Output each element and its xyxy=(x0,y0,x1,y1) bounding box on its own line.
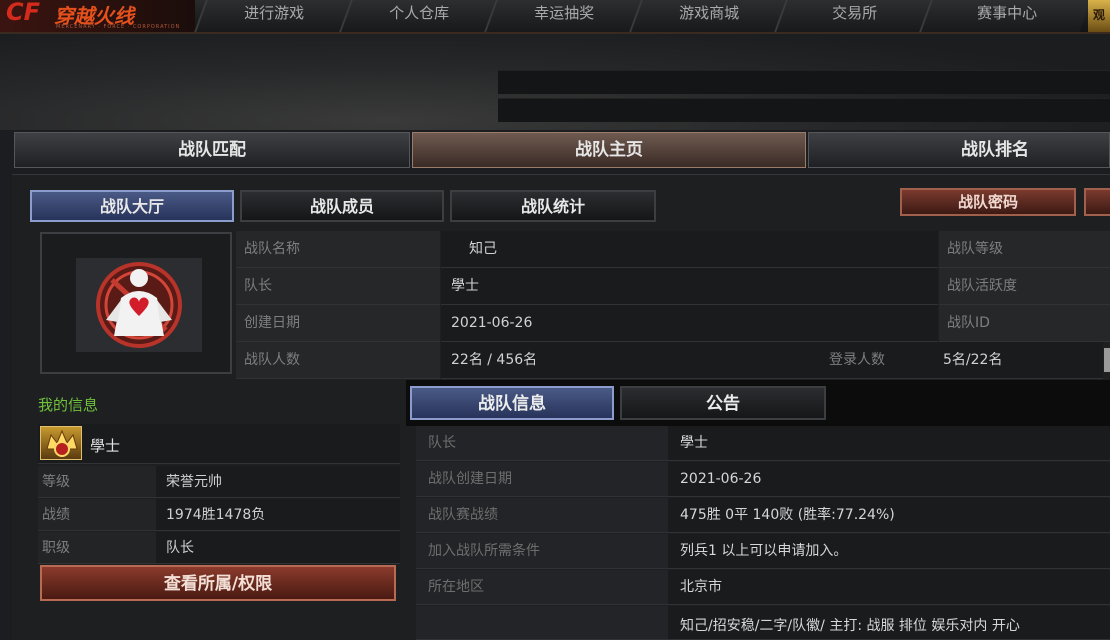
detail-row-join-requirement: 加入战队所需条件 列兵1 以上可以申请加入。 xyxy=(416,534,1110,569)
tab-team-members[interactable]: 战队成员 xyxy=(240,190,444,222)
member-count-value: 22名 / 456名 xyxy=(441,342,821,379)
angel-heart-icon xyxy=(96,262,182,348)
tab-team-info[interactable]: 战队信息 xyxy=(410,386,614,420)
label-team-name: 战队名称 xyxy=(236,231,440,268)
label-position: 职级 xyxy=(38,532,156,563)
player-name: 學士 xyxy=(90,437,121,455)
nav-game-store[interactable]: 游戏商城 xyxy=(629,0,786,32)
my-info-row-level: 等级 荣誉元帅 xyxy=(38,466,400,498)
detail-row-description: 知己/招安稳/二字/队徽/ 主打: 战服 排位 娱乐对内 开心 xyxy=(416,606,1110,640)
tab-team-match[interactable]: 战队匹配 xyxy=(14,132,410,168)
cf-logo-icon: CF xyxy=(6,0,41,26)
label-record: 战绩 xyxy=(38,499,156,530)
label-leader: 队长 xyxy=(236,268,440,305)
detail-label: 队长 xyxy=(416,426,668,460)
banner-strip xyxy=(498,98,1110,122)
tab-team-lobby[interactable]: 战队大厅 xyxy=(30,190,234,222)
scroll-handle[interactable] xyxy=(1104,348,1110,372)
label-team-id: 战队ID xyxy=(939,305,1110,342)
nav-label: 幸运抽奖 xyxy=(534,4,595,22)
detail-value: 2021-06-26 xyxy=(668,462,1110,496)
banner-strip xyxy=(498,70,1110,94)
extra-red-button[interactable] xyxy=(1084,188,1110,216)
team-password-button[interactable]: 战队密码 xyxy=(900,188,1076,216)
nav-exchange[interactable]: 交易所 xyxy=(774,0,931,32)
nav-inventory[interactable]: 个人仓库 xyxy=(339,0,496,32)
label-team-activity: 战队活跃度 xyxy=(939,268,1110,305)
detail-row-leader: 队长 學士 xyxy=(416,426,1110,461)
label-level: 等级 xyxy=(38,466,156,497)
detail-value: 知己/招安稳/二字/队徽/ 主打: 战服 排位 娱乐对内 开心 xyxy=(668,606,1110,639)
view-permissions-button[interactable]: 查看所属/权限 xyxy=(40,565,396,601)
nav-label: 交易所 xyxy=(832,4,878,22)
tab-team-stats[interactable]: 战队统计 xyxy=(450,190,656,222)
nav-label: 进行游戏 xyxy=(244,4,305,22)
login-count-value: 5名/22名 xyxy=(933,342,1103,379)
nav-label: 游戏商城 xyxy=(679,4,740,22)
game-logo[interactable]: CF 穿越火线 MERCENARY · FORCE · CORPORATION xyxy=(0,0,195,32)
rank-badge-icon xyxy=(40,426,82,460)
label-login-count: 登录人数 xyxy=(821,342,933,379)
nav-event-center[interactable]: 赛事中心 xyxy=(919,0,1091,32)
detail-row-war-record: 战队赛战绩 475胜 0平 140败 (胜率:77.24%) xyxy=(416,498,1110,533)
nav-label: 个人仓库 xyxy=(389,4,450,22)
detail-row-created: 战队创建日期 2021-06-26 xyxy=(416,462,1110,497)
detail-label: 战队赛战绩 xyxy=(416,498,668,532)
level-value: 荣誉元帅 xyxy=(156,466,400,497)
team-name-value: 知己 xyxy=(441,231,938,268)
detail-label: 所在地区 xyxy=(416,570,668,604)
label-created-date: 创建日期 xyxy=(236,305,440,342)
tab-team-home[interactable]: 战队主页 xyxy=(412,132,806,168)
detail-value: 列兵1 以上可以申请加入。 xyxy=(668,534,1110,568)
detail-value: 475胜 0平 140败 (胜率:77.24%) xyxy=(668,498,1110,532)
nav-play-game[interactable]: 进行游戏 xyxy=(194,0,351,32)
label-member-count: 战队人数 xyxy=(236,342,440,379)
leader-value: 學士 xyxy=(441,268,938,305)
detail-value: 北京市 xyxy=(668,570,1110,604)
position-value: 队长 xyxy=(156,532,400,563)
detail-row-region: 所在地区 北京市 xyxy=(416,570,1110,605)
detail-value: 學士 xyxy=(668,426,1110,460)
detail-label: 战队创建日期 xyxy=(416,462,668,496)
team-emblem xyxy=(76,258,202,352)
tab-announcement[interactable]: 公告 xyxy=(620,386,826,420)
detail-label xyxy=(416,606,668,639)
nav-label: 赛事中心 xyxy=(977,4,1038,22)
my-info-row-record: 战绩 1974胜1478负 xyxy=(38,499,400,531)
label-team-level: 战队等级 xyxy=(939,231,1110,268)
my-info-header: 學士 xyxy=(38,424,400,464)
tab-team-ranking[interactable]: 战队排名 xyxy=(808,132,1110,168)
nav-lucky-draw[interactable]: 幸运抽奖 xyxy=(484,0,641,32)
my-info-title: 我的信息 xyxy=(38,396,99,414)
detail-label: 加入战队所需条件 xyxy=(416,534,668,568)
logo-subtitle: MERCENARY · FORCE · CORPORATION xyxy=(56,24,181,30)
spectate-badge[interactable]: 观 xyxy=(1088,0,1110,32)
created-date-value: 2021-06-26 xyxy=(441,305,938,342)
my-info-row-position: 职级 队长 xyxy=(38,532,400,564)
record-value: 1974胜1478负 xyxy=(156,499,400,530)
